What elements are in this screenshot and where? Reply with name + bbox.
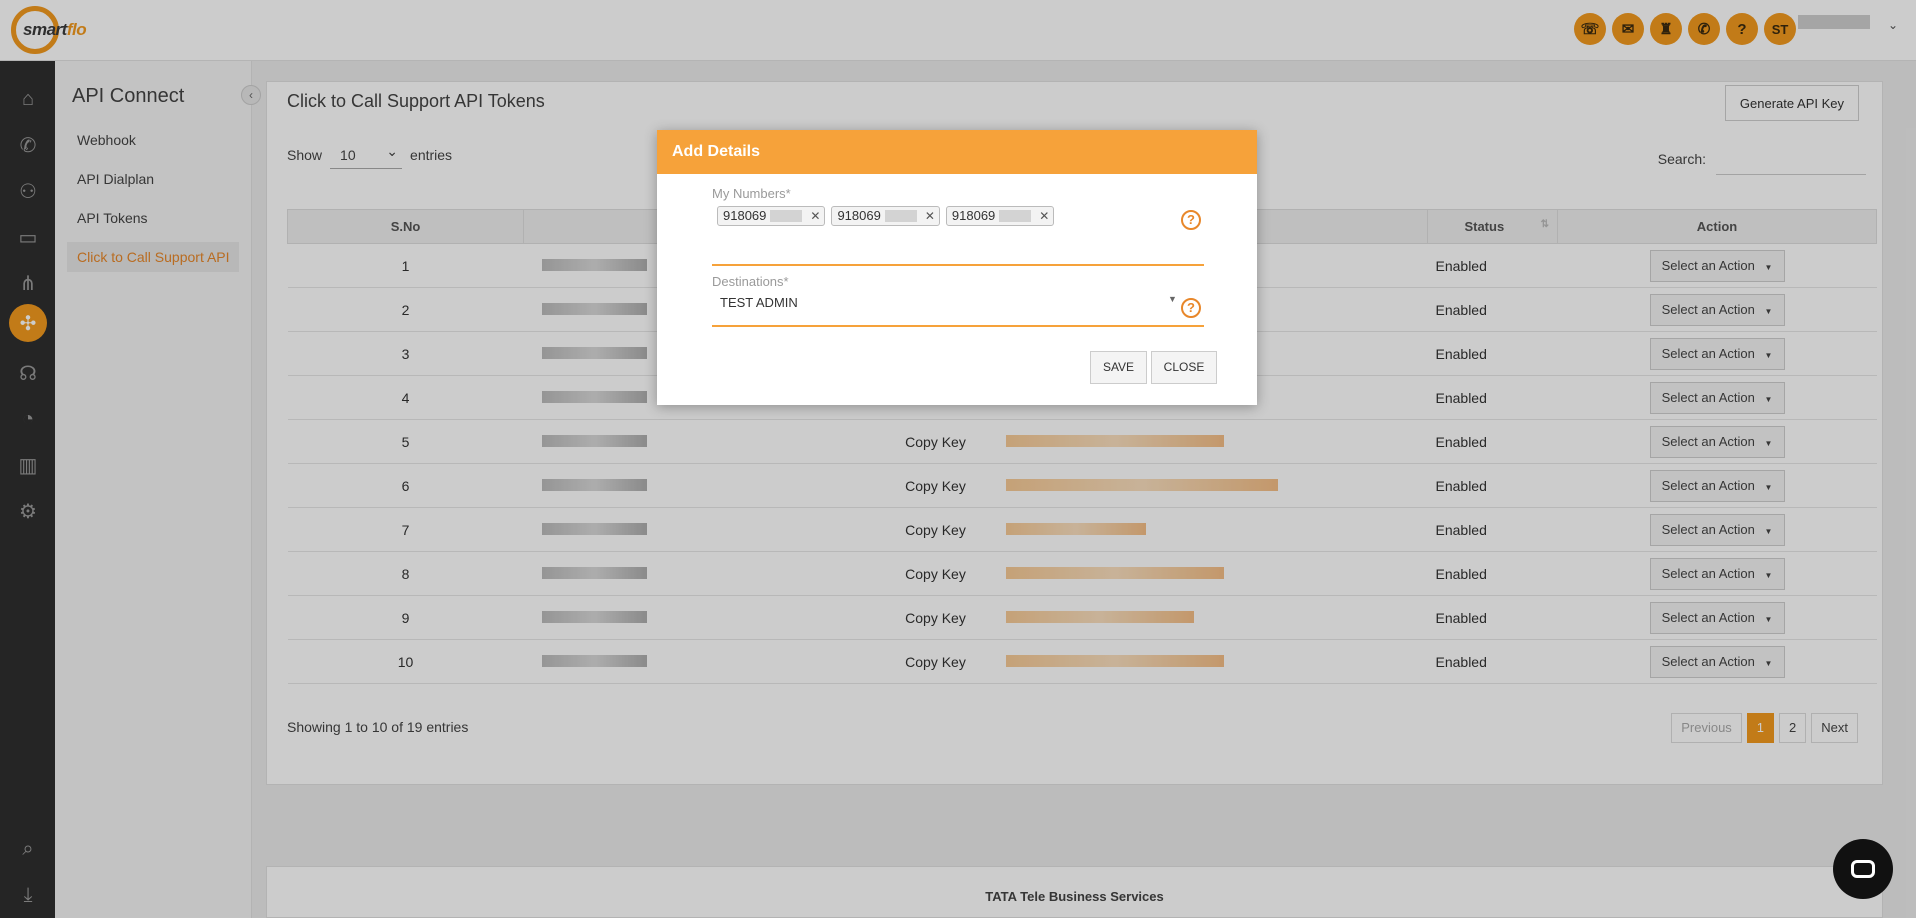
add-details-modal: Add Details My Numbers* 918069 ✕ 918069 … [657, 130, 1257, 405]
my-numbers-field[interactable]: 918069 ✕ 918069 ✕ 918069 ✕ [717, 206, 1055, 226]
numbers-underline [712, 264, 1204, 266]
masked-digits [999, 210, 1032, 222]
number-chip-text: 918069 [837, 208, 881, 223]
destinations-select[interactable]: TEST ADMIN [720, 295, 798, 310]
number-chip-text: 918069 [951, 208, 996, 223]
save-button[interactable]: SAVE [1090, 351, 1147, 384]
close-button[interactable]: CLOSE [1151, 351, 1217, 384]
chat-widget-button[interactable] [1833, 839, 1893, 899]
remove-chip-icon[interactable]: ✕ [810, 207, 820, 225]
numbers-help-icon[interactable]: ? [1181, 210, 1201, 230]
remove-chip-icon[interactable]: ✕ [925, 207, 935, 225]
destinations-help-icon[interactable]: ? [1181, 298, 1201, 318]
destinations-label: Destinations* [712, 274, 789, 289]
chat-icon [1851, 860, 1875, 878]
masked-digits [884, 210, 917, 222]
number-chip: 918069 ✕ [945, 206, 1055, 226]
number-chip-text: 918069 [723, 208, 767, 223]
number-chip: 918069 ✕ [717, 206, 826, 226]
my-numbers-label: My Numbers* [712, 186, 791, 201]
remove-chip-icon[interactable]: ✕ [1039, 207, 1049, 225]
number-chip: 918069 ✕ [831, 206, 940, 226]
modal-title: Add Details [657, 130, 1257, 174]
destinations-underline [712, 325, 1204, 327]
dropdown-caret-icon[interactable]: ▼ [1168, 294, 1177, 304]
masked-digits [770, 210, 803, 222]
